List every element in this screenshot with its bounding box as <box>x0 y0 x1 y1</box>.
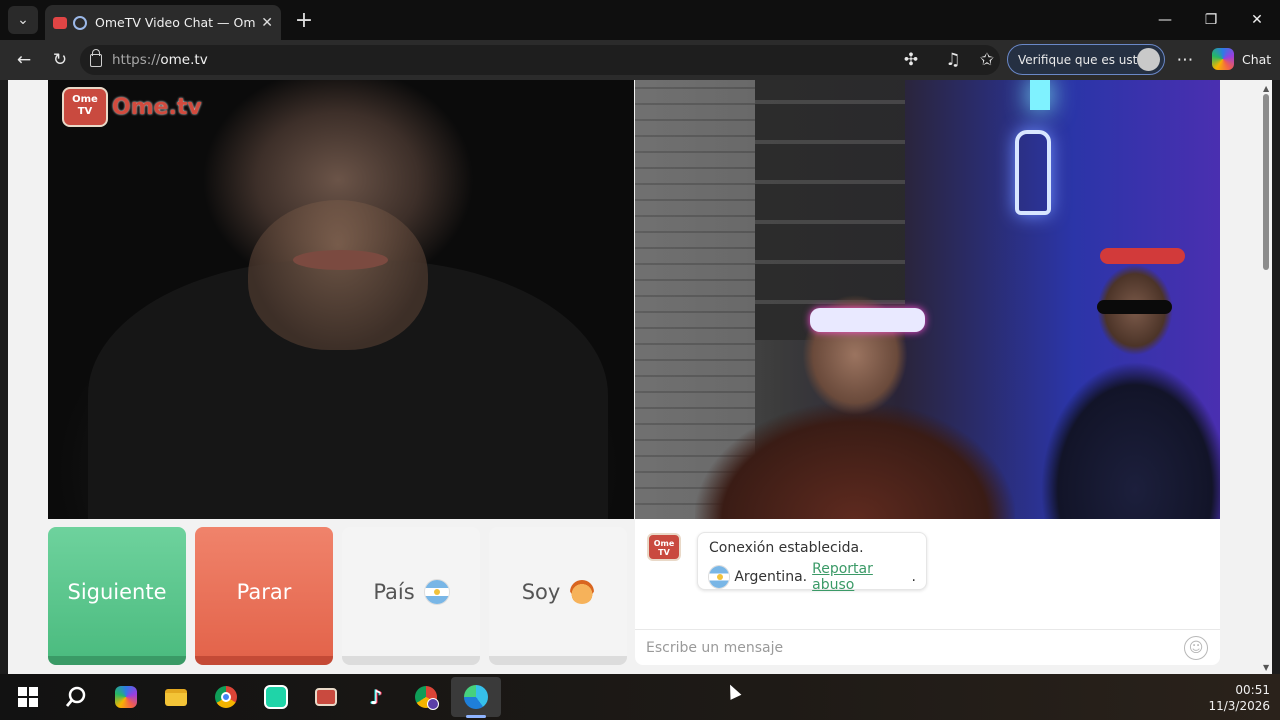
profile-avatar <box>1137 48 1160 71</box>
chat-ometv-logo-icon: Ome TV <box>647 533 681 561</box>
copilot-icon <box>1212 48 1234 70</box>
connection-message: Conexión establecida. <box>709 540 864 556</box>
remote-person-front <box>695 270 1015 519</box>
page-scrollbar[interactable]: ▲ ▼ <box>1260 80 1272 674</box>
lock-icon <box>90 48 102 67</box>
verify-label: Verifique que es usted <box>1018 52 1153 67</box>
address-bar[interactable]: https://ome.tv <box>80 45 1000 75</box>
neon-sign <box>1015 130 1051 215</box>
capcut-icon[interactable] <box>262 683 290 711</box>
new-tab-button[interactable]: + <box>290 6 318 34</box>
scroll-down-icon[interactable]: ▼ <box>1263 663 1269 672</box>
country-label: País <box>373 579 415 604</box>
browser-toolbar: ← ↻ https://ome.tv ▦ あ ☺ ☆ ▭ ✣ ♫ ✩ Verif… <box>0 40 1280 109</box>
argentina-flag-icon <box>709 566 730 588</box>
active-app-indicator <box>466 715 486 718</box>
back-icon[interactable]: ← <box>11 48 37 72</box>
ometv-logo-badge: Ome TV <box>62 87 108 127</box>
tab-title: OmeTV Video Chat — Omegle <box>95 15 256 30</box>
url-text: https://ome.tv <box>112 52 208 68</box>
red-glasses <box>1100 248 1185 264</box>
scroll-up-icon[interactable]: ▲ <box>1263 84 1269 93</box>
local-video <box>48 80 634 519</box>
message-compose-row: ☺ <box>635 629 1220 665</box>
extensions-icon[interactable]: ✣ <box>898 48 924 72</box>
ceiling-light <box>1030 80 1050 110</box>
scrollbar-thumb[interactable] <box>1263 94 1269 270</box>
taskbar-clock[interactable]: 00:51 11/3/2026 <box>1208 682 1270 714</box>
more-menu-icon[interactable]: ⋯ <box>1172 48 1198 72</box>
remote-video <box>635 80 1220 519</box>
media-icon[interactable]: ♫ <box>940 48 966 72</box>
emoji-icon[interactable]: ☺ <box>1184 636 1208 660</box>
close-tab-icon[interactable]: ✕ <box>261 15 273 31</box>
ometv-logo-text: Ome.tv <box>112 94 202 120</box>
copilot-app-icon[interactable] <box>112 683 140 711</box>
remote-person-back <box>1025 230 1220 519</box>
chat-panel: Ome TV Conexión establecida. Argentina. … <box>635 519 1220 665</box>
argentina-flag-icon <box>424 579 449 604</box>
report-suffix: . <box>911 569 916 585</box>
ometv-logo[interactable]: Ome TV Ome.tv <box>62 87 202 127</box>
minimize-button[interactable]: — <box>1142 0 1188 40</box>
refresh-icon[interactable]: ↻ <box>47 48 73 72</box>
sunglasses <box>1097 300 1172 314</box>
chrome-icon[interactable] <box>212 683 240 711</box>
next-button[interactable]: Siguiente <box>48 527 186 665</box>
clock-time: 00:51 <box>1235 683 1270 697</box>
gender-label: Soy <box>521 579 561 604</box>
tiktok-icon[interactable]: ♪ <box>362 683 390 711</box>
tab-list-button[interactable]: ⌄ <box>8 6 38 34</box>
restore-button[interactable]: ❐ <box>1188 0 1234 40</box>
copilot-chat-button[interactable]: Chat <box>1212 48 1271 70</box>
ometv-app-icon[interactable] <box>312 683 340 711</box>
stop-button[interactable]: Parar <box>195 527 333 665</box>
gender-button[interactable]: Soy <box>489 527 627 665</box>
search-icon[interactable] <box>62 683 90 711</box>
chrome-profile-icon[interactable] <box>412 683 440 711</box>
local-user-lips <box>293 250 388 270</box>
loading-icon <box>73 15 87 30</box>
active-tab[interactable]: OmeTV Video Chat — Omegle ✕ <box>45 5 281 40</box>
system-message-bubble: Conexión establecida. Argentina. Reporta… <box>697 532 927 593</box>
message-input[interactable] <box>646 637 1166 659</box>
verify-profile-button[interactable]: Verifique que es usted <box>1007 44 1165 75</box>
close-window-button[interactable]: ✕ <box>1234 0 1280 40</box>
favorites-icon[interactable]: ✩ <box>974 48 1000 72</box>
report-abuse-link[interactable]: Reportar abuso <box>812 561 911 593</box>
partner-country: Argentina. <box>734 569 808 585</box>
led-glasses <box>810 308 925 332</box>
windows-start-icon[interactable] <box>14 683 42 711</box>
boy-emoji-icon <box>570 579 595 604</box>
local-user-face <box>248 200 428 350</box>
next-label: Siguiente <box>67 579 167 604</box>
country-button[interactable]: País <box>342 527 480 665</box>
edge-icon[interactable] <box>462 683 490 711</box>
browser-titlebar: ⌄ OmeTV Video Chat — Omegle ✕ + — ❐ ✕ <box>0 0 1280 40</box>
clock-date: 11/3/2026 <box>1208 699 1270 713</box>
file-explorer-icon[interactable] <box>162 683 190 711</box>
stop-label: Parar <box>236 579 292 604</box>
copilot-label: Chat <box>1242 51 1272 67</box>
ometv-favicon-icon <box>53 16 67 29</box>
windows-taskbar: ♪ 00:51 11/3/2026 <box>0 674 1280 720</box>
